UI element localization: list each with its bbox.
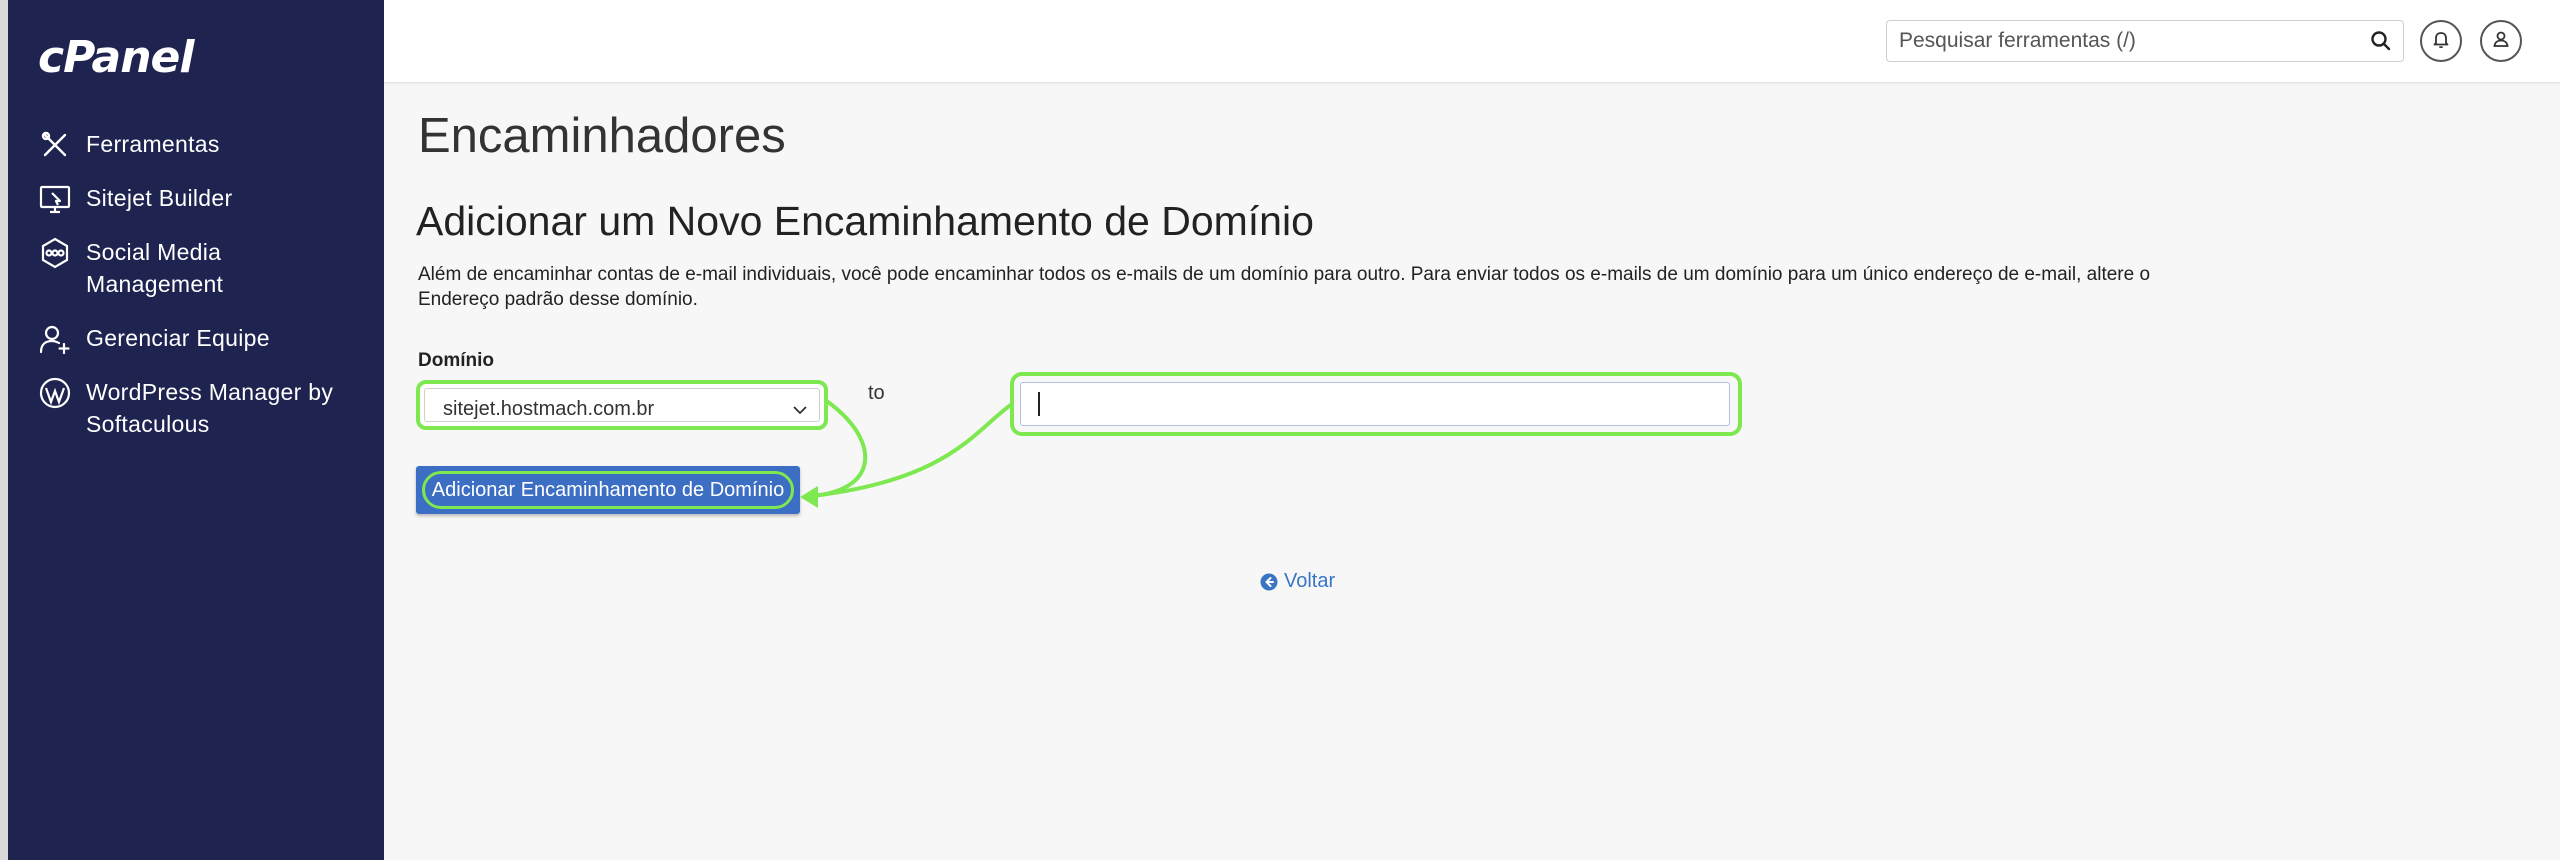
- to-label: to: [868, 382, 885, 404]
- section-title: Adicionar um Novo Encaminhamento de Domí…: [416, 198, 1314, 244]
- user-add-icon: [38, 322, 72, 356]
- domain-label: Domínio: [418, 350, 494, 371]
- add-domain-forwarder-button[interactable]: Adicionar Encaminhamento de Domínio: [422, 471, 794, 509]
- search-input[interactable]: [1887, 21, 2357, 61]
- sitejet-icon: [38, 182, 72, 216]
- sidebar: cPanel Ferramentas Sitejet Builder Socia…: [0, 0, 384, 860]
- arrow-left-circle-icon: [1260, 573, 1278, 591]
- add-domain-forwarder-button-container: Adicionar Encaminhamento de Domínio: [416, 466, 800, 514]
- wordpress-icon: [38, 376, 72, 410]
- user-icon: [2491, 29, 2511, 54]
- sidebar-item-label: Sitejet Builder: [86, 185, 233, 211]
- annotation-arrow-from-input: [810, 402, 1014, 498]
- sidebar-item-sitejet[interactable]: Sitejet Builder: [38, 182, 356, 216]
- destination-domain-highlight: [1010, 372, 1742, 436]
- search-icon[interactable]: [2369, 29, 2393, 53]
- sidebar-item-gerenciar-equipe[interactable]: Gerenciar Equipe: [38, 322, 356, 356]
- sidebar-item-wordpress-manager[interactable]: WordPress Manager by Softaculous: [38, 376, 356, 440]
- sidebar-item-label: WordPress Manager by Softaculous: [86, 379, 334, 437]
- back-link[interactable]: Voltar: [1260, 570, 1335, 593]
- social-media-icon: [38, 236, 72, 270]
- domain-select-value: sitejet.hostmach.com.br: [443, 398, 655, 420]
- text-cursor: [1038, 392, 1040, 416]
- notifications-button[interactable]: [2420, 20, 2462, 62]
- domain-select-field[interactable]: sitejet.hostmach.com.br: [424, 388, 820, 422]
- chevron-down-icon: [791, 401, 809, 419]
- back-link-label: Voltar: [1284, 570, 1336, 592]
- sidebar-item-label: Ferramentas: [86, 131, 220, 157]
- sidebar-item-label: Gerenciar Equipe: [86, 325, 270, 351]
- tools-icon: [38, 128, 72, 162]
- annotation-arrowhead: [800, 486, 818, 508]
- description-text: Além de encaminhar contas de e-mail indi…: [418, 264, 2151, 310]
- destination-domain-input[interactable]: [1020, 382, 1730, 426]
- sidebar-item-label: Social Media Management: [86, 239, 224, 297]
- search-tools: [1886, 20, 2404, 62]
- user-menu-button[interactable]: [2480, 20, 2522, 62]
- sidebar-item-social-media[interactable]: Social Media Management: [38, 236, 356, 300]
- bell-icon: [2431, 29, 2451, 54]
- domain-select[interactable]: sitejet.hostmach.com.br: [416, 380, 828, 430]
- page-title: Encaminhadores: [418, 109, 786, 163]
- cpanel-logo[interactable]: cPanel: [38, 32, 194, 83]
- sidebar-item-ferramentas[interactable]: Ferramentas: [38, 128, 356, 162]
